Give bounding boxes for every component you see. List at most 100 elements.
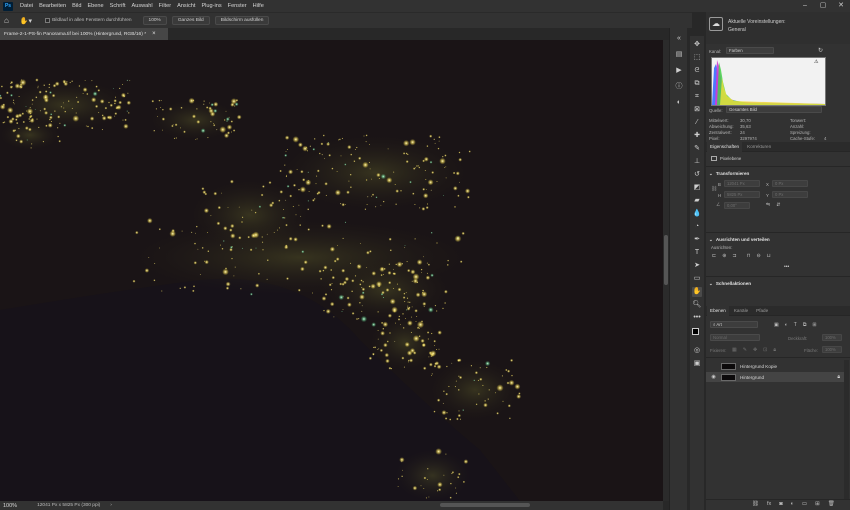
color-swatches-icon[interactable] — [692, 328, 702, 338]
pen-tool-icon[interactable]: ✒ — [692, 235, 702, 245]
eraser-tool-icon[interactable]: ◩ — [692, 183, 702, 193]
zoom-100-button[interactable]: 100% — [142, 16, 167, 25]
vertical-scroll-thumb[interactable] — [664, 235, 668, 285]
document-tab[interactable]: Frame-2-1-PS-fin Panorama.tif bei 100% (… — [0, 28, 168, 40]
adjustment-icon[interactable]: ◐ — [791, 501, 794, 507]
more-tools-icon[interactable]: ••• — [692, 313, 702, 323]
layer-name[interactable]: Hintergrund Kopie — [740, 364, 777, 369]
quick-actions-header[interactable]: ⌄ Schnellaktionen — [706, 279, 850, 288]
minimize-button[interactable]: – — [796, 0, 814, 12]
trash-icon[interactable]: 🗑︎ — [828, 501, 835, 507]
preset-icon[interactable]: ☁ — [709, 17, 723, 31]
new-layer-icon[interactable]: ⊞ — [815, 501, 820, 507]
menu-bild[interactable]: Bild — [69, 3, 84, 9]
more-options-icon[interactable]: ••• — [784, 264, 789, 270]
align-top-icon[interactable]: ⊓ — [747, 253, 751, 259]
dodge-tool-icon[interactable]: ◔ — [692, 222, 702, 232]
link-layers-icon[interactable]: ⛓ — [752, 501, 759, 507]
align-vcenter-icon[interactable]: ⊖ — [757, 253, 761, 259]
lasso-tool-icon[interactable]: ᘓ — [692, 66, 702, 76]
photoshop-logo-icon[interactable]: Ps — [3, 1, 13, 11]
quick-mask-icon[interactable]: ◎ — [692, 346, 702, 356]
align-section-header[interactable]: ⌄ Ausrichten und verteilen — [706, 235, 850, 244]
width-field[interactable]: 12041 Px — [724, 180, 760, 187]
align-bottom-icon[interactable]: ⊔ — [767, 253, 771, 259]
filter-type-icon[interactable]: T — [794, 322, 797, 328]
actions-panel-icon[interactable]: ▶ — [674, 66, 684, 76]
info-panel-icon[interactable]: ⓘ — [674, 82, 684, 92]
menu-hilfe[interactable]: Hilfe — [250, 3, 267, 9]
lock-position-icon[interactable]: ✥ — [753, 347, 757, 353]
marquee-tool-icon[interactable]: ⬚ — [692, 53, 702, 63]
layer-row[interactable]: Hintergrund Kopie — [706, 361, 844, 371]
layers-scrollbar[interactable] — [844, 360, 849, 500]
layer-lock-icon[interactable]: 🔒︎ — [837, 374, 840, 380]
menu-bearbeiten[interactable]: Bearbeiten — [36, 3, 69, 9]
menu-ebene[interactable]: Ebene — [84, 3, 106, 9]
lock-transparent-icon[interactable]: ▦ — [732, 347, 737, 353]
tab-kanaele[interactable]: Kanäle — [731, 306, 751, 316]
scroll-all-windows-option[interactable]: Bildlauf in allen Fenstern durchführen — [45, 18, 132, 23]
align-right-icon[interactable]: ⊐ — [732, 253, 736, 259]
layer-row[interactable]: ◉ Hintergrund 🔒︎ — [706, 372, 844, 382]
tab-ebenen[interactable]: Ebenen — [707, 305, 729, 316]
frame-tool-icon[interactable]: ⊠ — [692, 105, 702, 115]
scroll-all-checkbox[interactable] — [45, 18, 51, 23]
clone-stamp-tool-icon[interactable]: ⊥ — [692, 157, 702, 167]
fit-screen-button[interactable]: Ganzes Bild — [171, 16, 210, 25]
filter-pixel-icon[interactable]: ▣ — [774, 322, 779, 328]
menu-schrift[interactable]: Schrift — [107, 3, 129, 9]
flip-vertical-icon[interactable]: ⇵ — [776, 202, 780, 208]
refresh-histogram-icon[interactable]: ↻ — [818, 47, 823, 54]
menu-fenster[interactable]: Fenster — [225, 3, 250, 9]
close-window-button[interactable]: ✕ — [832, 0, 850, 12]
y-field[interactable]: 0 Px — [772, 191, 808, 198]
zoom-tool-icon[interactable]: 🔍︎ — [692, 300, 702, 310]
angle-field[interactable]: 0,00° — [724, 202, 750, 209]
layer-visibility-eye-icon[interactable]: ◉ — [710, 374, 717, 380]
home-icon[interactable]: ⌂ — [4, 16, 9, 25]
hand-tool-icon[interactable]: ✋ — [692, 287, 702, 297]
eyedropper-tool-icon[interactable]: ⁄ — [692, 118, 702, 128]
lock-artboard-icon[interactable]: ⊡ — [763, 347, 767, 353]
layer-thumbnail[interactable] — [721, 373, 736, 381]
tab-eigenschaften[interactable]: Eigenschaften — [707, 141, 743, 152]
navigator-panel-icon[interactable]: ◐ — [674, 98, 684, 108]
group-icon[interactable]: ▭ — [802, 501, 807, 507]
menu-plugins[interactable]: Plug-ins — [198, 3, 224, 9]
opacity-field[interactable]: 100% — [822, 334, 842, 341]
menu-datei[interactable]: Datei — [17, 3, 36, 9]
menu-filter[interactable]: Filter — [156, 3, 174, 9]
collapse-panels-icon[interactable]: « — [674, 34, 684, 44]
filter-adjustment-icon[interactable]: ◐ — [785, 322, 788, 328]
zoom-level[interactable]: 100% — [3, 503, 17, 509]
tab-pfade[interactable]: Pfade — [753, 306, 771, 316]
rectangle-tool-icon[interactable]: ▭ — [692, 274, 702, 284]
link-icon[interactable]: ⛓ — [711, 186, 717, 192]
history-panel-icon[interactable]: ▤ — [674, 50, 684, 60]
history-brush-tool-icon[interactable]: ↺ — [692, 170, 702, 180]
close-document-icon[interactable]: × — [152, 31, 156, 37]
fx-icon[interactable]: fx — [767, 501, 771, 507]
tab-korrekturen[interactable]: Korrekturen — [744, 142, 774, 152]
transform-section-header[interactable]: ⌄ Transformieren — [706, 169, 850, 178]
height-field[interactable]: 5825 Px — [724, 191, 760, 198]
object-select-tool-icon[interactable]: ⧉ — [692, 79, 702, 89]
fill-field[interactable]: 100% — [822, 346, 842, 353]
image-canvas[interactable] — [0, 40, 663, 501]
healing-brush-tool-icon[interactable]: ✚ — [692, 131, 702, 141]
mask-icon[interactable]: ◙ — [779, 501, 782, 507]
gradient-tool-icon[interactable]: ▰ — [692, 196, 702, 206]
align-hcenter-icon[interactable]: ⊕ — [722, 253, 726, 259]
fill-screen-button[interactable]: Bildschirm ausfüllen — [214, 16, 270, 25]
menu-auswahl[interactable]: Auswahl — [129, 3, 156, 9]
layer-name[interactable]: Hintergrund — [740, 375, 764, 380]
warning-icon[interactable]: ⚠ — [814, 59, 818, 65]
source-dropdown[interactable]: Gesamtes Bild — [726, 106, 822, 113]
crop-tool-icon[interactable]: ⌗ — [692, 92, 702, 102]
lock-all-icon[interactable]: 🔒︎ — [773, 347, 776, 353]
filter-shape-icon[interactable]: ⧉ — [803, 322, 807, 328]
move-tool-icon[interactable]: ✥ — [692, 40, 702, 50]
maximize-button[interactable]: ▢ — [814, 0, 832, 12]
path-select-tool-icon[interactable]: ➤ — [692, 261, 702, 271]
